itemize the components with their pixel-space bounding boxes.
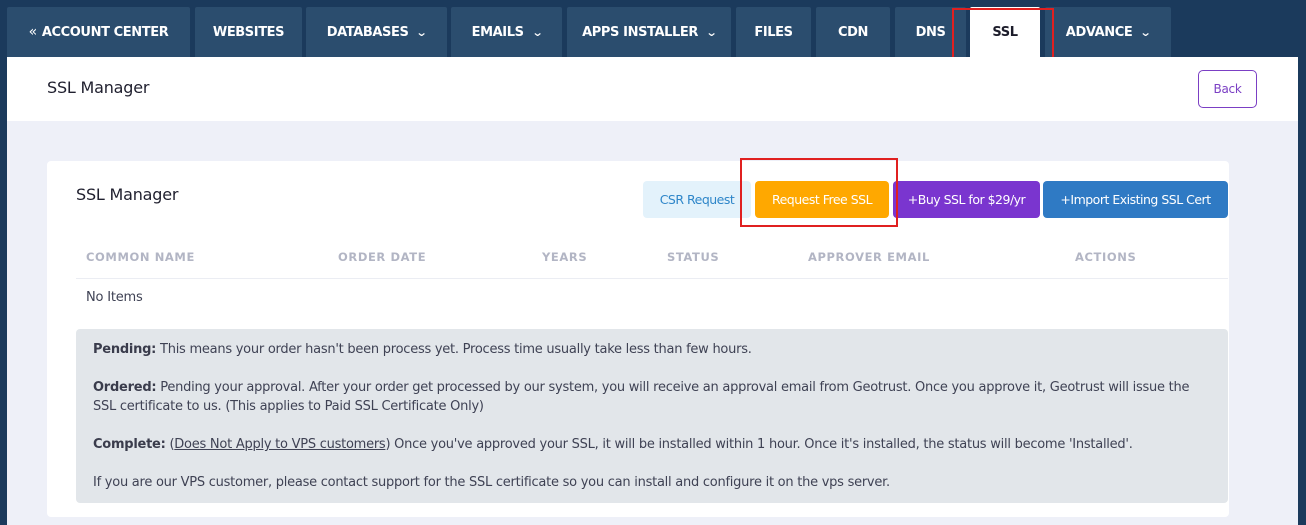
tab-apps-installer[interactable]: APPS INSTALLER ⌄: [567, 7, 731, 57]
import-ssl-cert-button[interactable]: +Import Existing SSL Cert: [1043, 181, 1228, 218]
tab-label: EMAILS: [471, 24, 524, 40]
tab-databases[interactable]: DATABASES ⌄: [306, 7, 447, 57]
tab-label: ADVANCE: [1065, 24, 1133, 40]
double-chevron-left-icon: «: [28, 24, 38, 40]
pending-info: Pending: This means your order hasn't be…: [93, 340, 1213, 359]
vps-exclusion-note: Does Not Apply to VPS customers: [174, 437, 386, 452]
ordered-label: Ordered:: [93, 380, 157, 395]
request-free-ssl-button[interactable]: Request Free SSL: [755, 181, 889, 218]
column-header-order-date[interactable]: ORDER DATE: [338, 250, 426, 264]
back-button[interactable]: Back: [1198, 70, 1257, 108]
pending-text: This means your order hasn't been proces…: [156, 342, 752, 357]
tab-label: SSL: [992, 24, 1018, 40]
card-title: SSL Manager: [76, 185, 179, 204]
tab-advance[interactable]: ADVANCE ⌄: [1045, 7, 1171, 57]
tab-cdn[interactable]: CDN: [816, 7, 890, 57]
tab-label: CDN: [837, 24, 868, 40]
tab-account-center[interactable]: « ACCOUNT CENTER: [7, 7, 190, 57]
page-title: SSL Manager: [47, 78, 150, 97]
tab-label: APPS INSTALLER: [582, 24, 699, 40]
page-header: SSL Manager Back: [7, 57, 1298, 121]
ordered-info: Ordered: Pending your approval. After yo…: [93, 378, 1213, 416]
top-nav-bar: « ACCOUNT CENTER WEBSITES DATABASES ⌄ EM…: [0, 0, 1306, 60]
column-header-status[interactable]: STATUS: [667, 250, 719, 264]
tab-label: ACCOUNT CENTER: [41, 24, 169, 40]
buy-ssl-button[interactable]: +Buy SSL for $29/yr: [893, 181, 1040, 218]
column-header-actions: ACTIONS: [1075, 250, 1137, 264]
complete-info: Complete: (Does Not Apply to VPS custome…: [93, 435, 1213, 454]
chevron-down-icon: ⌄: [1140, 25, 1152, 39]
tab-files[interactable]: FILES: [736, 7, 811, 57]
ordered-text: Pending your approval. After your order …: [93, 380, 1190, 414]
chevron-down-icon: ⌄: [416, 25, 428, 39]
tab-label: DATABASES: [326, 24, 409, 40]
column-header-years[interactable]: YEARS: [542, 250, 587, 264]
table-header-divider: [76, 278, 1228, 279]
tab-label: WEBSITES: [212, 24, 285, 40]
complete-open: (: [165, 437, 175, 452]
tab-emails[interactable]: EMAILS ⌄: [451, 7, 562, 57]
pending-label: Pending:: [93, 342, 157, 357]
tab-ssl[interactable]: SSL: [970, 7, 1040, 57]
tab-label: DNS: [915, 24, 946, 40]
tab-websites[interactable]: WEBSITES: [195, 7, 302, 57]
tab-label: FILES: [754, 24, 793, 40]
complete-text: ) Once you've approved your SSL, it will…: [385, 437, 1133, 452]
empty-table-message: No Items: [86, 290, 143, 305]
chevron-down-icon: ⌄: [531, 25, 543, 39]
csr-request-button[interactable]: CSR Request: [643, 181, 751, 218]
chevron-down-icon: ⌄: [705, 25, 718, 39]
complete-label: Complete:: [93, 437, 166, 452]
tab-dns[interactable]: DNS: [895, 7, 966, 57]
vps-customer-info: If you are our VPS customer, please cont…: [93, 475, 890, 490]
ssl-manager-card: SSL Manager CSR Request Request Free SSL…: [47, 161, 1229, 517]
column-header-approver-email[interactable]: APPROVER EMAIL: [808, 250, 930, 264]
ssl-manager-page: SSL Manager Back SSL Manager CSR Request…: [7, 57, 1298, 525]
column-header-common-name[interactable]: COMMON NAME: [86, 250, 195, 264]
status-info-panel: Pending: This means your order hasn't be…: [76, 329, 1228, 503]
